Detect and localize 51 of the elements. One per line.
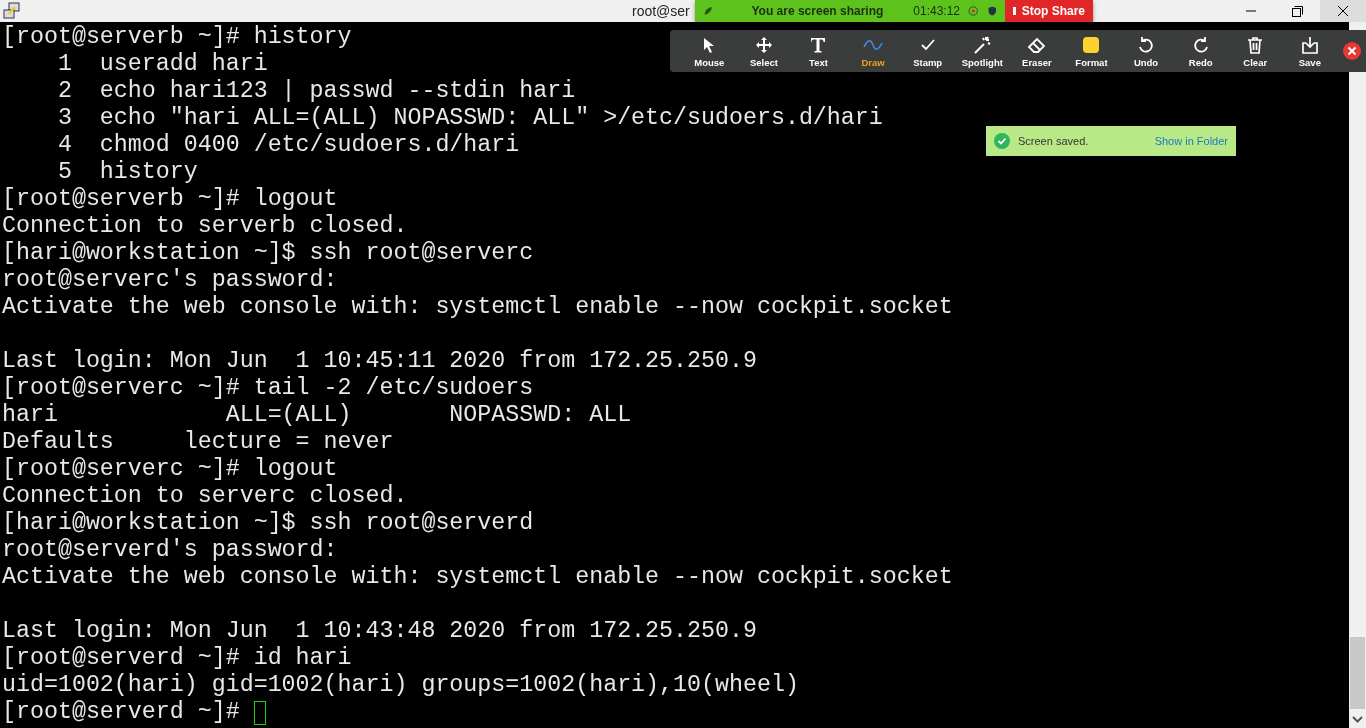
toast-message: Screen saved. (1018, 135, 1089, 147)
terminal-line: Activate the web console with: systemctl enable --now cockpit.socket (2, 294, 953, 321)
sharing-status: You are screen sharing (751, 4, 884, 18)
shield-icon (986, 4, 997, 18)
terminal-line: Defaults lecture = never (2, 429, 394, 456)
terminal-line: [root@serverd ~]# (2, 699, 241, 726)
square-icon (1081, 34, 1102, 55)
terminal-line: 3 echo "hari ALL=(ALL) NOPASSWD: ALL" >/etc/sudoers.d/hari (56, 105, 883, 132)
terminal-line: root@serverc's password: (2, 267, 338, 294)
terminal-line: [root@serverc ~]# logout (2, 456, 338, 483)
terminal-line: [hari@workstation ~]$ ssh root@serverc (2, 240, 534, 267)
sharing-timer: 01:43:12 (913, 4, 961, 18)
terminal-line: Last login: Mon Jun 1 10:43:48 2020 from 172.25.250.9 (2, 618, 757, 645)
toolbar-tool[interactable]: Select (736, 34, 792, 68)
terminal-line: Activate the web console with: systemctl enable --now cockpit.socket (2, 564, 953, 591)
scrollbar-thumb[interactable] (1350, 637, 1365, 709)
toolbar-tool[interactable]: Redo (1173, 34, 1228, 68)
terminal-line: [root@serverc ~]# tail -2 /etc/sudoers (2, 375, 534, 402)
terminal-line: Last login: Mon Jun 1 10:45:11 2020 from 172.25.250.9 (2, 348, 757, 375)
scrollbar[interactable] (1349, 22, 1366, 728)
window-title: root@ser (632, 3, 690, 19)
toolbar-tool[interactable]: Stamp (900, 34, 955, 68)
terminal-line: Connection to serverb closed. (2, 213, 408, 240)
terminal-line: [root@serverb ~]# history (2, 24, 352, 51)
toolbar-tool[interactable]: Mouse (682, 34, 737, 68)
terminal-line: hari ALL=(ALL) NOPASSWD: ALL (2, 402, 632, 429)
close-icon[interactable] (1343, 42, 1362, 60)
toolbar-tool[interactable]: Eraser (1009, 34, 1065, 68)
toolbar-tool[interactable]: Undo (1118, 34, 1174, 68)
terminal-line: 4 chmod 0400 /etc/sudoers.d/hari (56, 132, 520, 159)
terminal-line: Connection to serverc closed. (2, 483, 408, 510)
terminal-line: 2 echo hari123 | passwd --stdin hari (56, 78, 576, 105)
terminal-line: 1 useradd hari (56, 51, 268, 78)
magic-wand-icon (972, 34, 993, 55)
terminal-line: 5 history (56, 159, 198, 186)
toolbar-tool[interactable]: Draw (845, 34, 901, 68)
toolbar-tool[interactable]: Save (1282, 34, 1338, 68)
check-circle-icon (994, 133, 1010, 149)
save-icon (1299, 34, 1320, 55)
terminal-line: root@serverd's password: (2, 537, 338, 564)
toolbar-tool[interactable]: Text (791, 34, 846, 68)
terminal-line: uid=1002(hari) gid=1002(hari) groups=1002(hari),10(wheel) (2, 672, 799, 699)
terminal-line: [root@serverd ~]# id hari (2, 645, 352, 672)
record-icon (968, 4, 979, 18)
stop-share-button[interactable]: Stop Share (1005, 0, 1093, 22)
toolbar-tool[interactable]: Format (1064, 34, 1119, 68)
computers-icon (3, 2, 21, 20)
terminal-line: [hari@workstation ~]$ ssh root@serverd (2, 510, 534, 537)
toolbar-tool[interactable]: Clear (1227, 34, 1283, 68)
terminal-line: [root@serverb ~]# logout (2, 186, 338, 213)
toolbar-tool[interactable]: Spotlight (954, 34, 1010, 68)
